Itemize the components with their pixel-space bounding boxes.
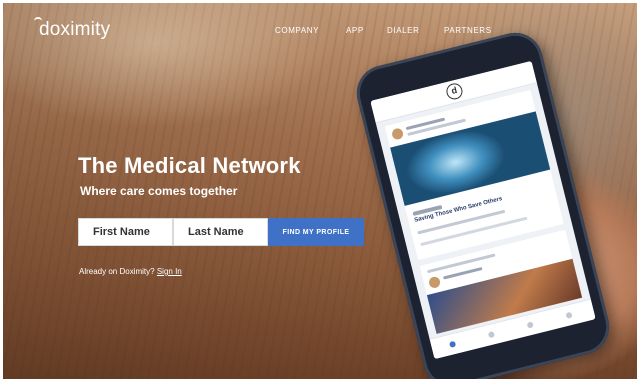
signin-text: Already on Doximity? — [79, 267, 155, 276]
nav-company[interactable]: COMPANY — [275, 26, 319, 35]
find-my-profile-button[interactable]: FIND MY PROFILE — [268, 218, 364, 246]
nav-app[interactable]: APP — [346, 26, 364, 35]
feed-post: Saving Those Who Save Others — [384, 89, 564, 261]
doximity-d-icon: d — [444, 81, 465, 102]
page-subtitle: Where care comes together — [80, 184, 238, 198]
doximity-logo[interactable]: doximity — [39, 19, 110, 41]
avatar — [390, 127, 405, 141]
text-line — [442, 266, 483, 280]
page-title: The Medical Network — [78, 153, 301, 178]
signin-link[interactable]: Sign In — [157, 267, 182, 276]
avatar — [427, 275, 442, 290]
nav-dialer[interactable]: DIALER — [387, 26, 420, 35]
signin-prompt: Already on Doximity? Sign In — [79, 267, 182, 276]
first-name-field[interactable]: First Name — [78, 218, 173, 246]
search-icon[interactable] — [487, 331, 496, 339]
text-line — [426, 253, 496, 274]
more-icon[interactable] — [565, 311, 573, 319]
last-name-field[interactable]: Last Name — [173, 218, 268, 246]
home-icon[interactable] — [448, 340, 457, 348]
text-line — [420, 216, 528, 247]
nav-partners[interactable]: PARTNERS — [444, 26, 492, 35]
phone-icon[interactable] — [526, 321, 534, 329]
find-profile-form: First Name Last Name FIND MY PROFILE — [78, 218, 364, 246]
hero-background: doximity COMPANY APP DIALER PARTNERS The… — [3, 3, 637, 379]
